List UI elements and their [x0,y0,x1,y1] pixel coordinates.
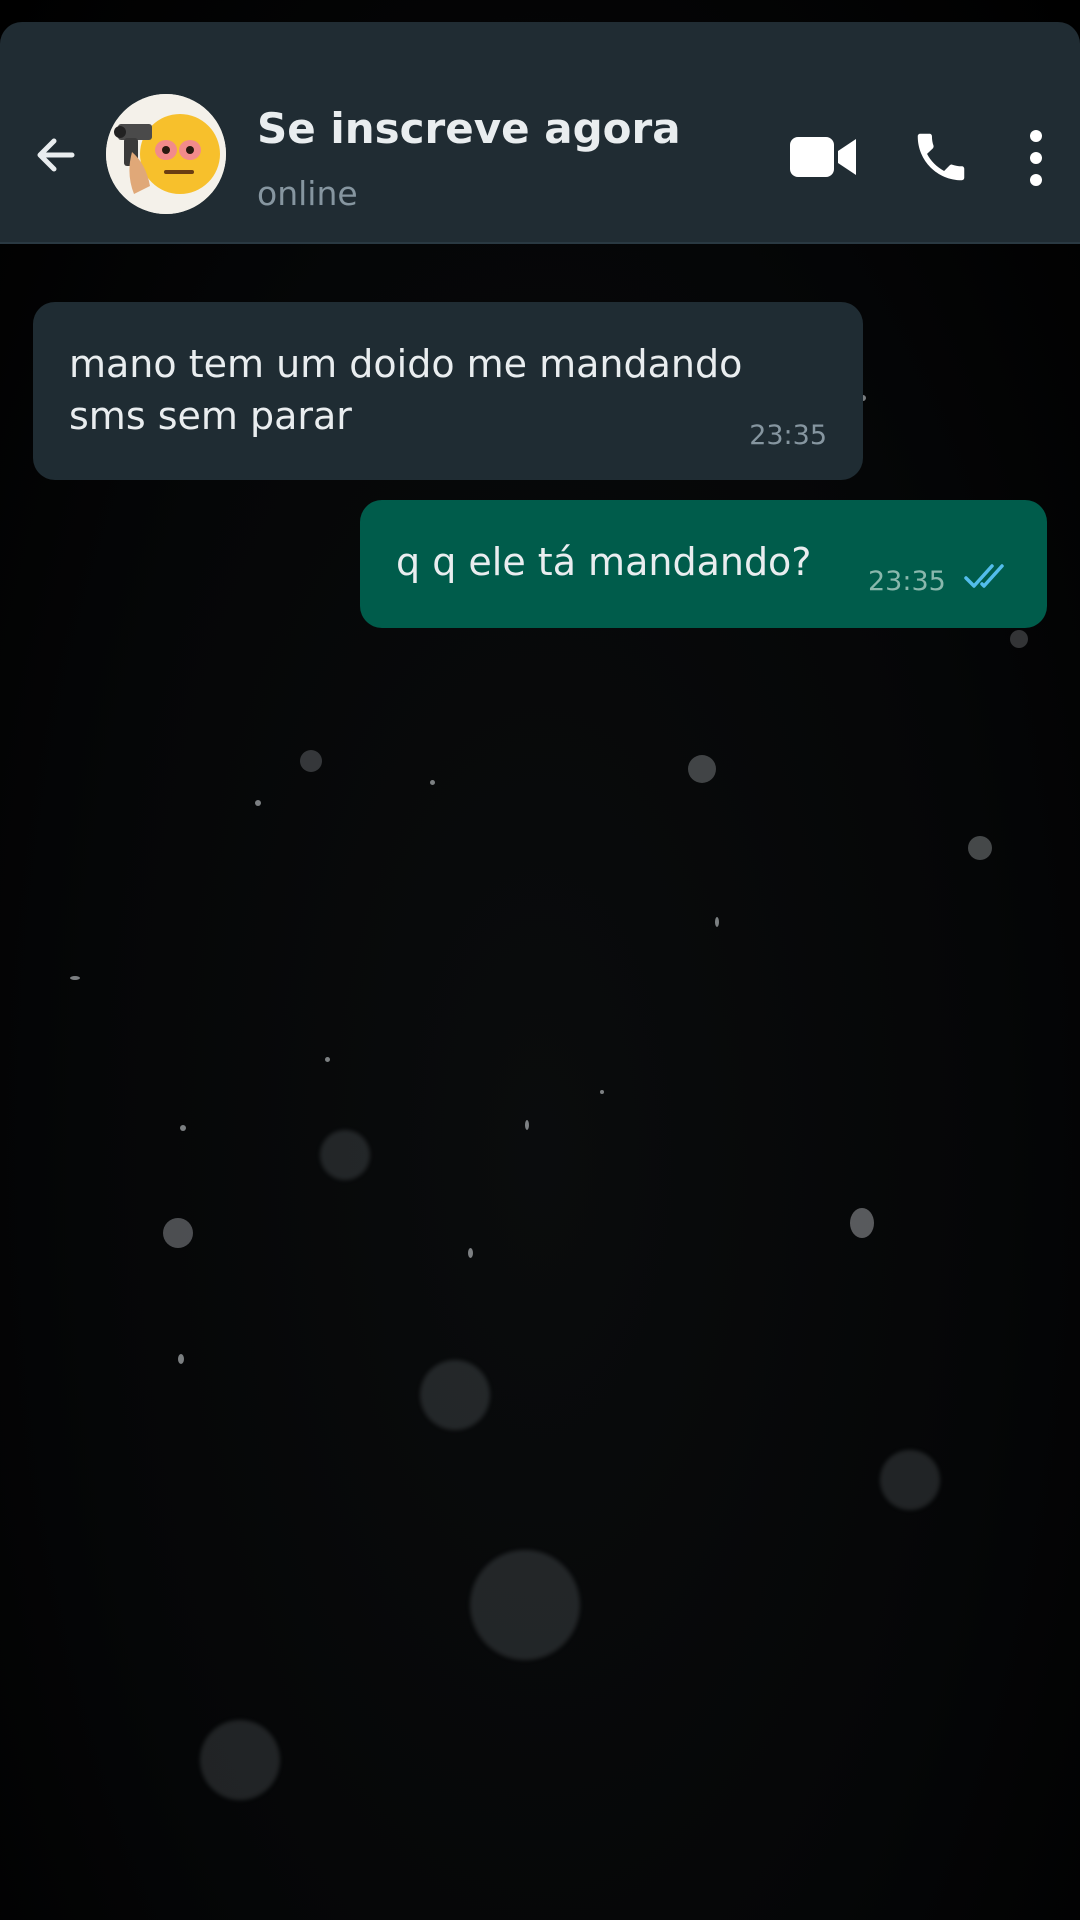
back-button[interactable] [28,128,82,182]
double-check-read-icon [964,564,1004,588]
message-outgoing[interactable]: q q ele tá mandando? 23:35 [360,500,1047,628]
chat-screen: Se inscreve agora online mano tem um doi… [0,0,1080,1920]
contact-name[interactable]: Se inscreve agora [257,104,681,153]
phone-icon [917,133,965,181]
message-time: 23:35 [749,420,827,451]
contact-status: online [257,174,358,213]
video-camera-icon [790,137,856,177]
emoji-gun-avatar [106,94,226,214]
avatar[interactable] [106,94,226,214]
video-call-button[interactable] [790,133,856,181]
more-vertical-icon [1030,130,1042,186]
arrow-left-icon [37,138,75,172]
message-text: mano tem um doido me mandando sms sem pa… [69,342,743,438]
chat-header: Se inscreve agora online [0,22,1080,244]
message-text: q q ele tá mandando? [396,540,812,584]
voice-call-button[interactable] [910,126,972,188]
message-time: 23:35 [868,566,946,597]
more-options-button[interactable] [1024,128,1048,188]
message-incoming[interactable]: mano tem um doido me mandando sms sem pa… [33,302,863,480]
